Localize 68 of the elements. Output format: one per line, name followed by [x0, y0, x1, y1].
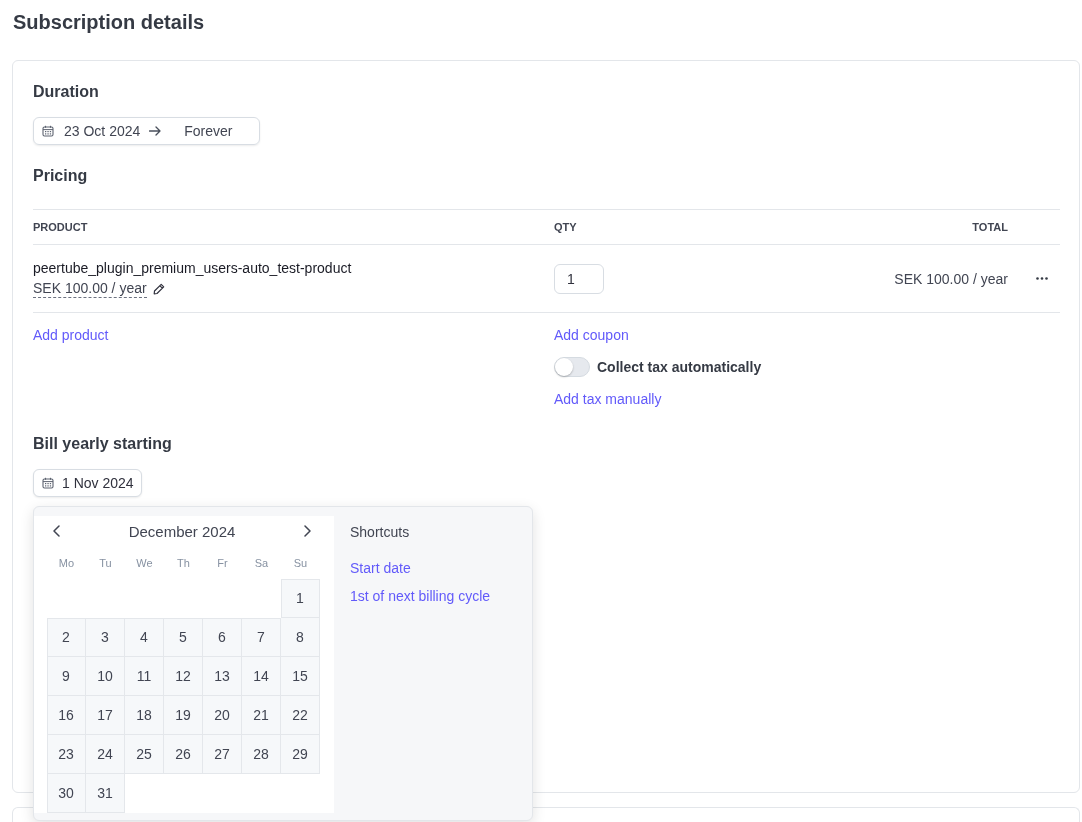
calendar-day[interactable]: 3: [86, 618, 125, 657]
chevron-right-icon[interactable]: [304, 525, 311, 537]
section-heading: Pricing: [33, 166, 88, 186]
product-name: peertube_plugin_premium_users-auto_test-product: [33, 259, 352, 277]
weekday-label: Su: [293, 556, 308, 569]
calendar-day[interactable]: 25: [125, 735, 164, 774]
add-tax-link[interactable]: Add tax manually: [554, 389, 662, 409]
section-heading: Duration: [33, 82, 99, 102]
start-date-input[interactable]: 23 Oct 2024: [64, 123, 141, 139]
calendar-day[interactable]: 15: [281, 657, 320, 696]
calendar-icon: [42, 477, 54, 489]
chevron-left-icon[interactable]: [53, 525, 60, 537]
calendar-day[interactable]: 7: [242, 618, 281, 657]
shortcut-link[interactable]: Start date: [350, 558, 411, 578]
weekday-label: We: [136, 556, 153, 569]
calendar-day[interactable]: 6: [203, 618, 242, 657]
calendar-day[interactable]: 4: [125, 618, 164, 657]
calendar-day[interactable]: 23: [47, 735, 86, 774]
calendar-day[interactable]: 30: [47, 774, 86, 813]
calendar-day[interactable]: 19: [164, 696, 203, 735]
add-coupon-link[interactable]: Add coupon: [554, 325, 629, 345]
calendar-day[interactable]: 18: [125, 696, 164, 735]
column-header: PRODUCT: [33, 221, 88, 233]
calendar-day[interactable]: 27: [203, 735, 242, 774]
calendar-day[interactable]: 10: [86, 657, 125, 696]
calendar-day[interactable]: 24: [86, 735, 125, 774]
shortcut-link[interactable]: 1st of next billing cycle: [350, 586, 491, 606]
end-date-input[interactable]: Forever: [184, 123, 233, 139]
date-field[interactable]: 1 Nov 2024: [33, 469, 142, 497]
pencil-icon[interactable]: [152, 282, 165, 295]
section-heading: Bill yearly starting: [33, 434, 172, 454]
page-title: Subscription details: [13, 10, 205, 34]
calendar-day[interactable]: 11: [125, 657, 164, 696]
calendar-day[interactable]: 26: [164, 735, 203, 774]
calendar-day[interactable]: 16: [47, 696, 86, 735]
calendar-day[interactable]: 8: [281, 618, 320, 657]
calendar-day[interactable]: 13: [203, 657, 242, 696]
calendar-day[interactable]: 29: [281, 735, 320, 774]
weekday-label: Th: [177, 556, 190, 569]
calendar-day[interactable]: 31: [86, 774, 125, 813]
price-link[interactable]: SEK 100.00 / year: [33, 279, 147, 298]
weekday-label: Mo: [58, 556, 75, 569]
weekday-label: Tu: [99, 556, 112, 569]
calendar-day[interactable]: 14: [242, 657, 281, 696]
quantity-input[interactable]: 1: [554, 263, 604, 294]
toggle-switch[interactable]: [554, 357, 590, 377]
more-options-icon[interactable]: [1036, 277, 1048, 280]
toggle-label: Collect tax automatically: [597, 359, 762, 375]
calendar-icon: [42, 125, 54, 137]
add-product-link[interactable]: Add product: [33, 325, 109, 345]
weekday-label: Sa: [254, 556, 269, 569]
shortcuts-heading: Shortcuts: [350, 523, 410, 542]
calendar-day[interactable]: 21: [242, 696, 281, 735]
total-amount: SEK 100.00 / year: [894, 270, 1008, 287]
calendar-day[interactable]: 28: [242, 735, 281, 774]
calendar-day[interactable]: 12: [164, 657, 203, 696]
calendar-day[interactable]: 9: [47, 657, 86, 696]
calendar-day[interactable]: 17: [86, 696, 125, 735]
calendar-day[interactable]: 2: [47, 618, 86, 657]
month-title: December 2024: [128, 522, 236, 540]
column-header: QTY: [554, 221, 577, 233]
calendar-day[interactable]: 20: [203, 696, 242, 735]
column-header: TOTAL: [972, 221, 1008, 233]
calendar-day[interactable]: 1: [281, 579, 320, 618]
calendar-day[interactable]: 22: [281, 696, 320, 735]
weekday-label: Fr: [217, 556, 228, 569]
arrow-right-icon: [149, 126, 162, 136]
calendar-day[interactable]: 5: [164, 618, 203, 657]
